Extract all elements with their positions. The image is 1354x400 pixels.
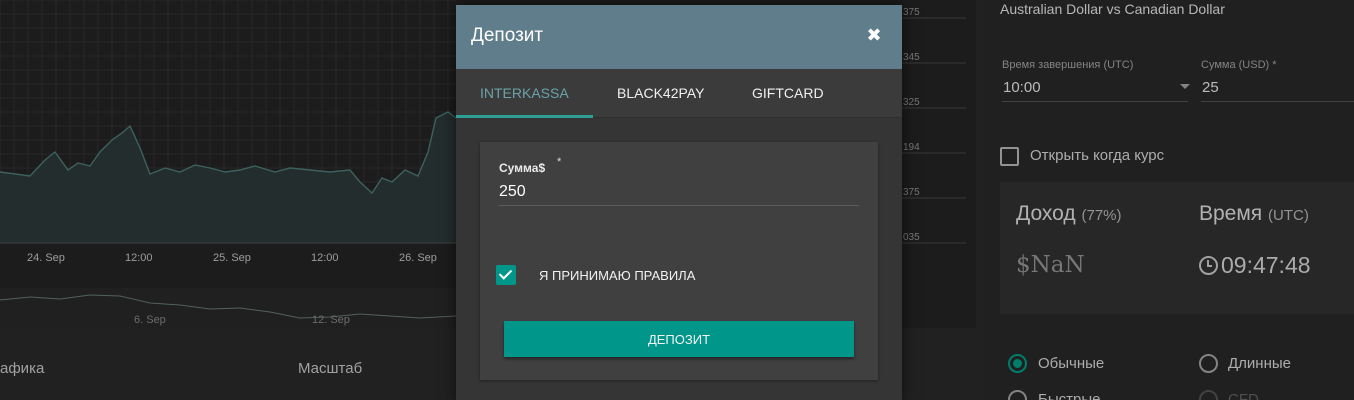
required-marker: * xyxy=(557,156,562,168)
modal-header: Депозит ✖ xyxy=(456,5,902,69)
accept-rules-label[interactable]: Я ПРИНИМАЮ ПРАВИЛА xyxy=(539,268,695,283)
modal-title: Депозит xyxy=(471,25,544,46)
payment-tabs: INTERKASSA BLACK42PAY GIFTCARD xyxy=(456,69,902,118)
deposit-button[interactable]: ДЕПОЗИТ xyxy=(504,321,854,357)
deposit-form: Сумма$ * Я ПРИНИМАЮ ПРАВИЛА ДЕПОЗИТ xyxy=(480,142,878,380)
tab-interkassa[interactable]: INTERKASSA xyxy=(480,85,569,101)
deposit-amount-label: Сумма$ xyxy=(499,161,546,175)
close-icon[interactable]: ✖ xyxy=(864,25,884,47)
tab-giftcard[interactable]: GIFTCARD xyxy=(752,85,824,101)
deposit-modal: Депозит ✖ INTERKASSA BLACK42PAY GIFTCARD… xyxy=(456,5,902,400)
tab-black42pay[interactable]: BLACK42PAY xyxy=(617,85,704,101)
active-tab-indicator xyxy=(456,115,593,118)
accept-rules-checkbox[interactable] xyxy=(496,265,516,285)
deposit-amount-input[interactable] xyxy=(499,179,859,206)
